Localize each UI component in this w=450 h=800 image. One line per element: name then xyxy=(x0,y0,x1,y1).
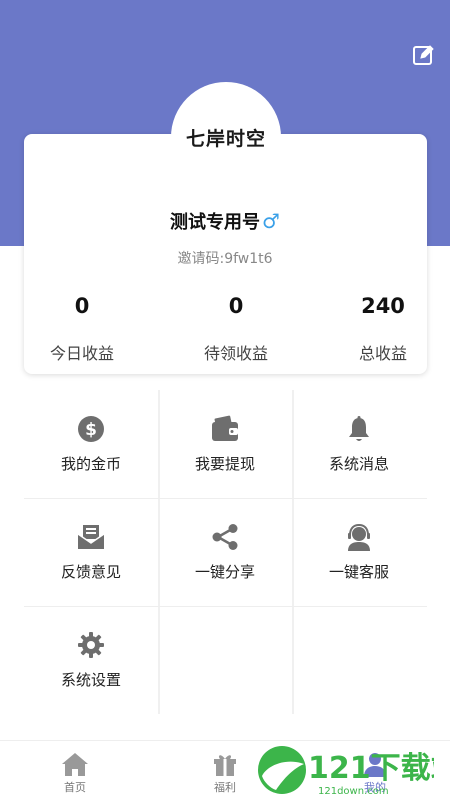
nav-item-label: 福利 xyxy=(214,781,236,794)
nav-item-welfare[interactable]: 福利 xyxy=(195,751,255,795)
menu-item-label: 一键客服 xyxy=(328,562,389,581)
stat-total-earnings: 240 总收益 xyxy=(323,294,443,364)
menu-item-label: 系统设置 xyxy=(60,670,121,689)
stat-value: 0 xyxy=(74,294,90,318)
menu-item-label: 我要提现 xyxy=(194,454,255,473)
wallet-icon xyxy=(212,415,238,441)
stat-value: 0 xyxy=(228,294,244,318)
user-name: 测试专用号 ♂ xyxy=(0,208,450,234)
stat-value: 240 xyxy=(361,294,405,318)
gear-icon xyxy=(78,631,104,658)
stat-pending-earnings: 0 待领收益 xyxy=(176,294,296,364)
menu-item-withdraw[interactable]: 我要提现 xyxy=(158,390,292,498)
gift-icon xyxy=(214,755,236,776)
stat-label: 今日收益 xyxy=(49,344,114,363)
avatar[interactable]: 七岸时空 xyxy=(171,82,281,192)
menu-item-my-coins[interactable]: $ 我的金币 xyxy=(24,390,158,498)
nav-item-home[interactable]: 首页 xyxy=(45,751,105,795)
nav-item-label: 首页 xyxy=(64,781,86,794)
edit-profile-button[interactable] xyxy=(411,43,435,67)
menu-item-share[interactable]: 一键分享 xyxy=(158,498,292,606)
menu-item-settings[interactable]: 系统设置 xyxy=(24,606,158,714)
bell-icon xyxy=(349,415,369,441)
watermark-subtext: 121down.com xyxy=(318,786,389,797)
avatar-logo-text: 七岸时空 xyxy=(185,127,266,150)
share-icon xyxy=(212,523,238,550)
menu-item-label: 系统消息 xyxy=(328,454,389,473)
watermark-logo: 121下载站 121down.com xyxy=(258,746,434,797)
user-name-text: 测试专用号 xyxy=(170,212,261,233)
menu-item-label: 反馈意见 xyxy=(60,562,121,581)
mail-icon xyxy=(77,524,105,549)
menu-item-feedback[interactable]: 反馈意见 xyxy=(24,498,158,606)
invite-code: 邀请码:9fw1t6 xyxy=(0,248,450,268)
watermark-text: 121下载站 xyxy=(308,751,434,786)
menu-item-label: 我的金币 xyxy=(60,454,121,473)
gender-male-icon: ♂ xyxy=(262,209,280,233)
edit-icon xyxy=(413,45,434,65)
home-icon xyxy=(62,753,88,776)
stat-today-earnings: 0 今日收益 xyxy=(22,294,142,364)
stat-label: 总收益 xyxy=(358,344,407,363)
coin-icon: $ xyxy=(78,415,104,442)
menu-grid: $ 我的金币 我要提现 系统消息 反馈意见 一键分享 一键客服 系统设置 xyxy=(24,390,427,714)
menu-item-system-messages[interactable]: 系统消息 xyxy=(292,390,426,498)
headset-icon xyxy=(348,523,370,551)
invite-code-value: 9fw1t6 xyxy=(224,251,273,267)
menu-item-label: 一键分享 xyxy=(194,562,255,581)
svg-text:$: $ xyxy=(85,420,97,440)
stat-label: 待领收益 xyxy=(203,344,268,363)
menu-item-customer-service[interactable]: 一键客服 xyxy=(292,498,426,606)
invite-label: 邀请码: xyxy=(177,251,225,267)
